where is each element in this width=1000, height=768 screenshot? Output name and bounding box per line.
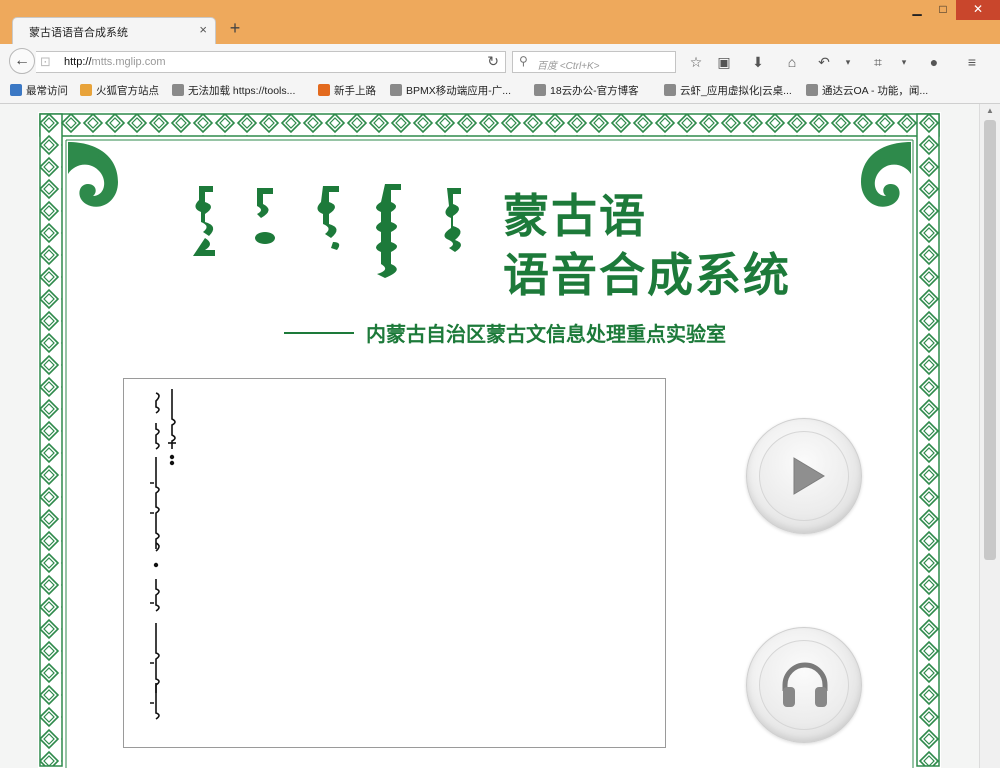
menu-icon[interactable]: ≡ xyxy=(962,52,982,72)
close-window-button[interactable]: ✕ xyxy=(956,0,1000,20)
search-bar[interactable]: ⚲ 百度 <Ctrl+K> xyxy=(512,51,676,73)
globe-icon xyxy=(390,84,402,96)
browser-window: 蒙古语语音合成系统 × + ▁ □ ✕ ← ⊡ http://mtts.mgli… xyxy=(0,0,1000,768)
bookmark-item[interactable]: 新手上路 xyxy=(318,83,384,99)
reading-list-icon[interactable]: ▣ xyxy=(714,52,734,72)
mongolian-input-text xyxy=(150,389,176,720)
search-icon: ⚲ xyxy=(519,54,528,68)
tab-title: 蒙古语语音合成系统 xyxy=(29,27,128,39)
title-bar: 蒙古语语音合成系统 × + ▁ □ ✕ xyxy=(0,0,1000,45)
back-button[interactable]: ← xyxy=(9,48,35,74)
play-icon xyxy=(793,457,825,495)
bookmark-item[interactable]: 18云办公-官方博客 xyxy=(534,83,658,99)
bookmark-item[interactable]: 无法加载 https://tools... xyxy=(172,83,312,99)
crop-icon[interactable]: ⌗ xyxy=(868,52,888,72)
page-subtitle: 内蒙古自治区蒙古文信息处理重点实验室 xyxy=(366,322,726,346)
bookmark-item[interactable]: 通达云OA - 功能，闻... xyxy=(806,83,956,99)
new-tab-button[interactable]: + xyxy=(224,18,246,39)
url-bar[interactable]: ⊡ http://mtts.mglip.com ↻ xyxy=(36,51,506,73)
bookmark-item[interactable]: BPMX移动端应用-广... xyxy=(390,83,526,99)
minimize-button[interactable]: ▁ xyxy=(904,0,930,20)
firefox-icon xyxy=(318,84,330,96)
subtitle-dash xyxy=(284,332,354,334)
listen-button[interactable] xyxy=(746,627,862,743)
url-text: http://mtts.mglip.com xyxy=(64,56,166,68)
mongolian-title-logo xyxy=(193,184,461,278)
reload-icon[interactable]: ↻ xyxy=(487,53,499,70)
url-host: mtts.mglip.com xyxy=(91,56,166,68)
headphones-icon xyxy=(782,662,828,707)
back-arrow-icon: ← xyxy=(14,52,30,69)
globe-icon xyxy=(534,84,546,96)
mongolian-text-input[interactable] xyxy=(123,378,666,748)
bookmark-folder-icon xyxy=(10,84,22,96)
download-icon[interactable]: ⬇ xyxy=(748,52,768,72)
chat-icon[interactable]: ● xyxy=(924,52,944,72)
bookmark-star-icon[interactable]: ☆ xyxy=(686,52,706,72)
nav-toolbar: ← ⊡ http://mtts.mglip.com ↻ ⚲ 百度 <Ctrl+K… xyxy=(0,44,1000,78)
url-scheme: http:// xyxy=(64,56,92,68)
bookmark-folder-icon xyxy=(80,84,92,96)
bookmark-item[interactable]: 最常访问 xyxy=(10,83,72,99)
tab-close-icon[interactable]: × xyxy=(199,22,207,37)
identity-icon: ⊡ xyxy=(40,54,51,69)
bookmark-item[interactable]: 火狐官方站点 xyxy=(80,83,162,99)
maximize-button[interactable]: □ xyxy=(930,0,956,20)
page-title-line2: 语音合成系统 xyxy=(503,248,791,302)
home-icon[interactable]: ⌂ xyxy=(782,52,802,72)
chevron-down-icon[interactable]: ▾ xyxy=(894,52,914,72)
globe-icon xyxy=(172,84,184,96)
search-placeholder: 百度 <Ctrl+K> xyxy=(537,61,600,72)
play-button[interactable] xyxy=(746,418,862,534)
scroll-up-icon[interactable]: ▲ xyxy=(986,106,994,115)
undo-icon[interactable]: ↶ xyxy=(814,52,834,72)
globe-icon xyxy=(664,84,676,96)
bookmark-item[interactable]: 云虾_应用虚拟化|云桌... xyxy=(664,83,798,99)
tab-active[interactable]: 蒙古语语音合成系统 × xyxy=(12,17,216,45)
scroll-thumb[interactable] xyxy=(984,120,996,560)
globe-icon xyxy=(806,84,818,96)
vertical-scrollbar[interactable]: ▲ xyxy=(979,104,1000,768)
page-title-line1: 蒙古语 xyxy=(503,189,647,243)
bookmarks-bar: 最常访问 火狐官方站点 无法加载 https://tools... 新手上路 B… xyxy=(0,78,1000,104)
chevron-down-icon[interactable]: ▾ xyxy=(838,52,858,72)
